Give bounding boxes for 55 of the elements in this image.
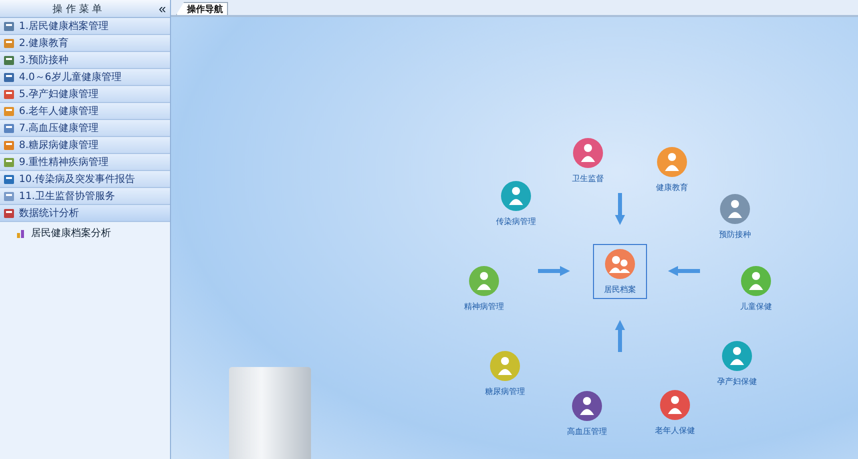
- document-icon: [3, 174, 15, 184]
- menu-item[interactable]: 6.老年人健康管理: [0, 103, 170, 120]
- arrow-icon: [538, 266, 570, 276]
- node-label: 预防接种: [719, 229, 751, 240]
- menu-item[interactable]: 2.健康教育: [0, 35, 170, 52]
- node-label: 居民档案: [604, 284, 636, 294]
- node-label: 高血压管理: [567, 426, 607, 437]
- menu-item[interactable]: 10.传染病及突发事件报告: [0, 171, 170, 188]
- arrow-icon: [615, 193, 625, 225]
- document-icon: [3, 156, 15, 168]
- nav-node[interactable]: 传染病管理: [496, 181, 536, 227]
- submenu-item[interactable]: 居民健康档案分析: [0, 222, 170, 240]
- node-label: 老年人保健: [655, 425, 695, 436]
- tab[interactable]: 操作导航: [176, 2, 228, 15]
- nav-node[interactable]: 卫生监督: [572, 138, 604, 184]
- node-label: 健康教育: [656, 182, 688, 193]
- document-icon: [3, 72, 15, 82]
- node-label: 传染病管理: [496, 216, 536, 227]
- menu-item[interactable]: 7.高血压健康管理: [0, 120, 170, 137]
- document-icon: [3, 106, 15, 116]
- document-icon: [3, 208, 15, 218]
- nav-node[interactable]: 糖尿病管理: [485, 351, 525, 397]
- arrow-icon: [668, 266, 700, 276]
- menu-item[interactable]: 4.0～6岁儿童健康管理: [0, 69, 170, 86]
- document-icon: [3, 88, 15, 100]
- menu-item[interactable]: 3.预防接种: [0, 52, 170, 69]
- collapse-button[interactable]: «: [154, 2, 170, 16]
- chart-icon: [16, 228, 27, 238]
- nav-node[interactable]: 老年人保健: [655, 390, 695, 436]
- node-label: 卫生监督: [572, 173, 604, 184]
- nav-node[interactable]: 健康教育: [656, 147, 688, 193]
- arrow-icon: [615, 320, 625, 352]
- node-label: 孕产妇保健: [717, 376, 757, 387]
- document-icon: [3, 190, 15, 202]
- document-icon: [3, 140, 15, 150]
- menu-title: 操 作 菜 单: [52, 2, 104, 16]
- menu-item[interactable]: 9.重性精神疾病管理: [0, 154, 170, 171]
- center-node[interactable]: 居民档案: [593, 244, 647, 299]
- menu-item[interactable]: 数据统计分析: [0, 205, 170, 222]
- document-icon: [3, 122, 15, 134]
- nav-node[interactable]: 精神病管理: [464, 266, 504, 312]
- document-icon: [3, 38, 15, 48]
- nav-node[interactable]: 孕产妇保健: [717, 341, 757, 387]
- nav-node[interactable]: 高血压管理: [567, 391, 607, 437]
- node-label: 儿童保健: [740, 301, 772, 312]
- document-icon: [3, 54, 15, 66]
- node-label: 糖尿病管理: [485, 386, 525, 397]
- nav-node[interactable]: 儿童保健: [740, 266, 772, 312]
- menu-item[interactable]: 5.孕产妇健康管理: [0, 86, 170, 103]
- nav-node[interactable]: 预防接种: [719, 194, 751, 240]
- menu-item[interactable]: 8.糖尿病健康管理: [0, 137, 170, 154]
- document-icon: [3, 20, 15, 32]
- node-label: 精神病管理: [464, 301, 504, 312]
- menu-item[interactable]: 1.居民健康档案管理: [0, 18, 170, 35]
- menu-item[interactable]: 11.卫生监督协管服务: [0, 188, 170, 205]
